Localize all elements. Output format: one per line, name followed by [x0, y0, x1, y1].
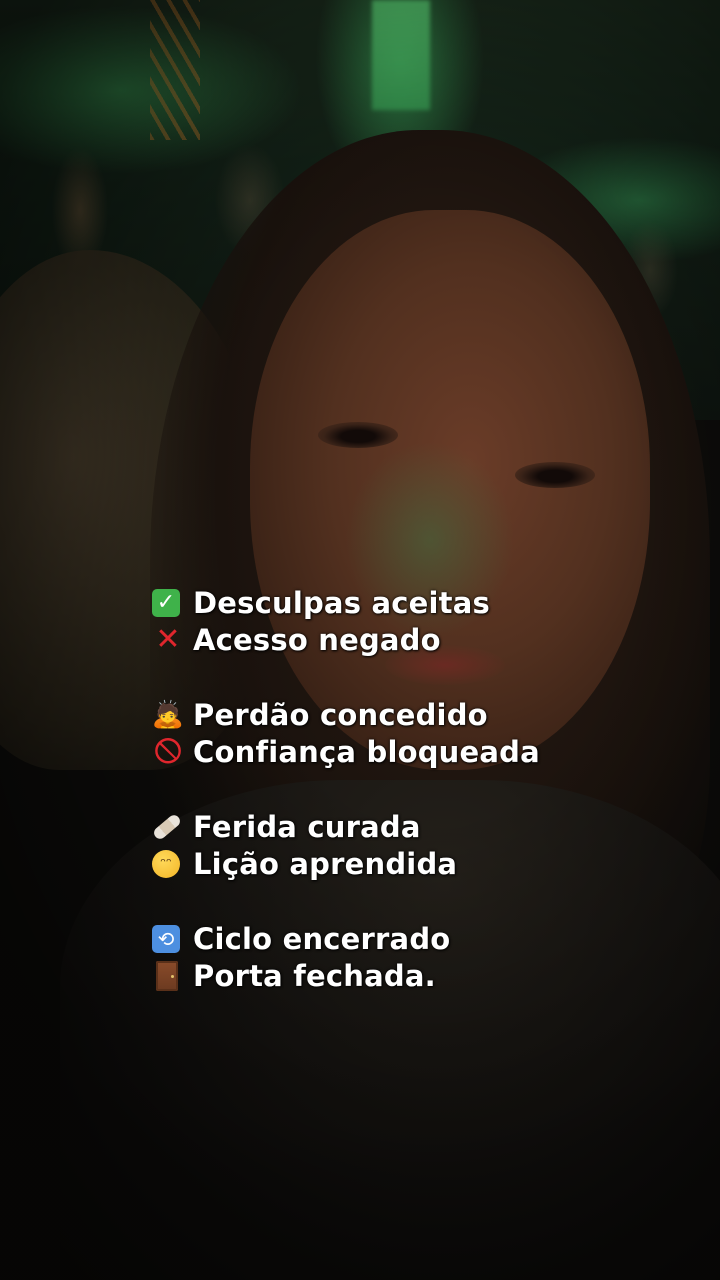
caption-line: ⟲ Ciclo encerrado	[152, 920, 712, 957]
person-bowing-icon: 🙇	[151, 699, 185, 730]
story-screen: ✓ Desculpas aceitas ✕ Acesso negado 🙇 Pe…	[0, 0, 720, 1280]
caption-text: Ciclo encerrado	[193, 921, 451, 956]
repeat-button-icon: ⟲	[152, 924, 180, 953]
caption-text: Desculpas aceitas	[193, 585, 490, 620]
caption-text: Confiança bloqueada	[193, 734, 540, 769]
background-crowd	[0, 60, 720, 320]
caption-line: ✓ Desculpas aceitas	[152, 584, 712, 621]
caption-text: Ferida curada	[193, 809, 421, 844]
background-right-eye	[515, 462, 595, 488]
caption-overlay: ✓ Desculpas aceitas ✕ Acesso negado 🙇 Pe…	[151, 584, 712, 994]
caption-text: Perdão concedido	[193, 697, 488, 732]
background-green-light-beam	[372, 0, 430, 110]
caption-line: 🛇 Confiança bloqueada	[152, 733, 712, 770]
check-mark-button-icon: ✓	[152, 588, 180, 617]
caption-line: ✕ Acesso negado	[152, 621, 712, 658]
pleading-face-icon: ᵔᵔ	[152, 849, 180, 878]
caption-text: Acesso negado	[193, 622, 441, 657]
prohibited-icon: 🛇	[153, 734, 183, 768]
caption-line: 🙇 Perdão concedido	[152, 696, 712, 733]
caption-line: ᵔᵔ Lição aprendida	[152, 845, 712, 882]
caption-text: Lição aprendida	[193, 846, 458, 881]
cross-mark-icon: ✕	[155, 621, 181, 657]
background-stadium-lights	[0, 0, 720, 420]
background-stage-truss	[150, 0, 200, 140]
adhesive-bandage-icon	[151, 812, 183, 841]
door-icon	[156, 960, 178, 991]
caption-line: Ferida curada	[151, 808, 712, 845]
caption-line: Porta fechada.	[152, 957, 712, 994]
background-left-eye	[318, 422, 398, 448]
caption-text: Porta fechada.	[193, 958, 436, 993]
